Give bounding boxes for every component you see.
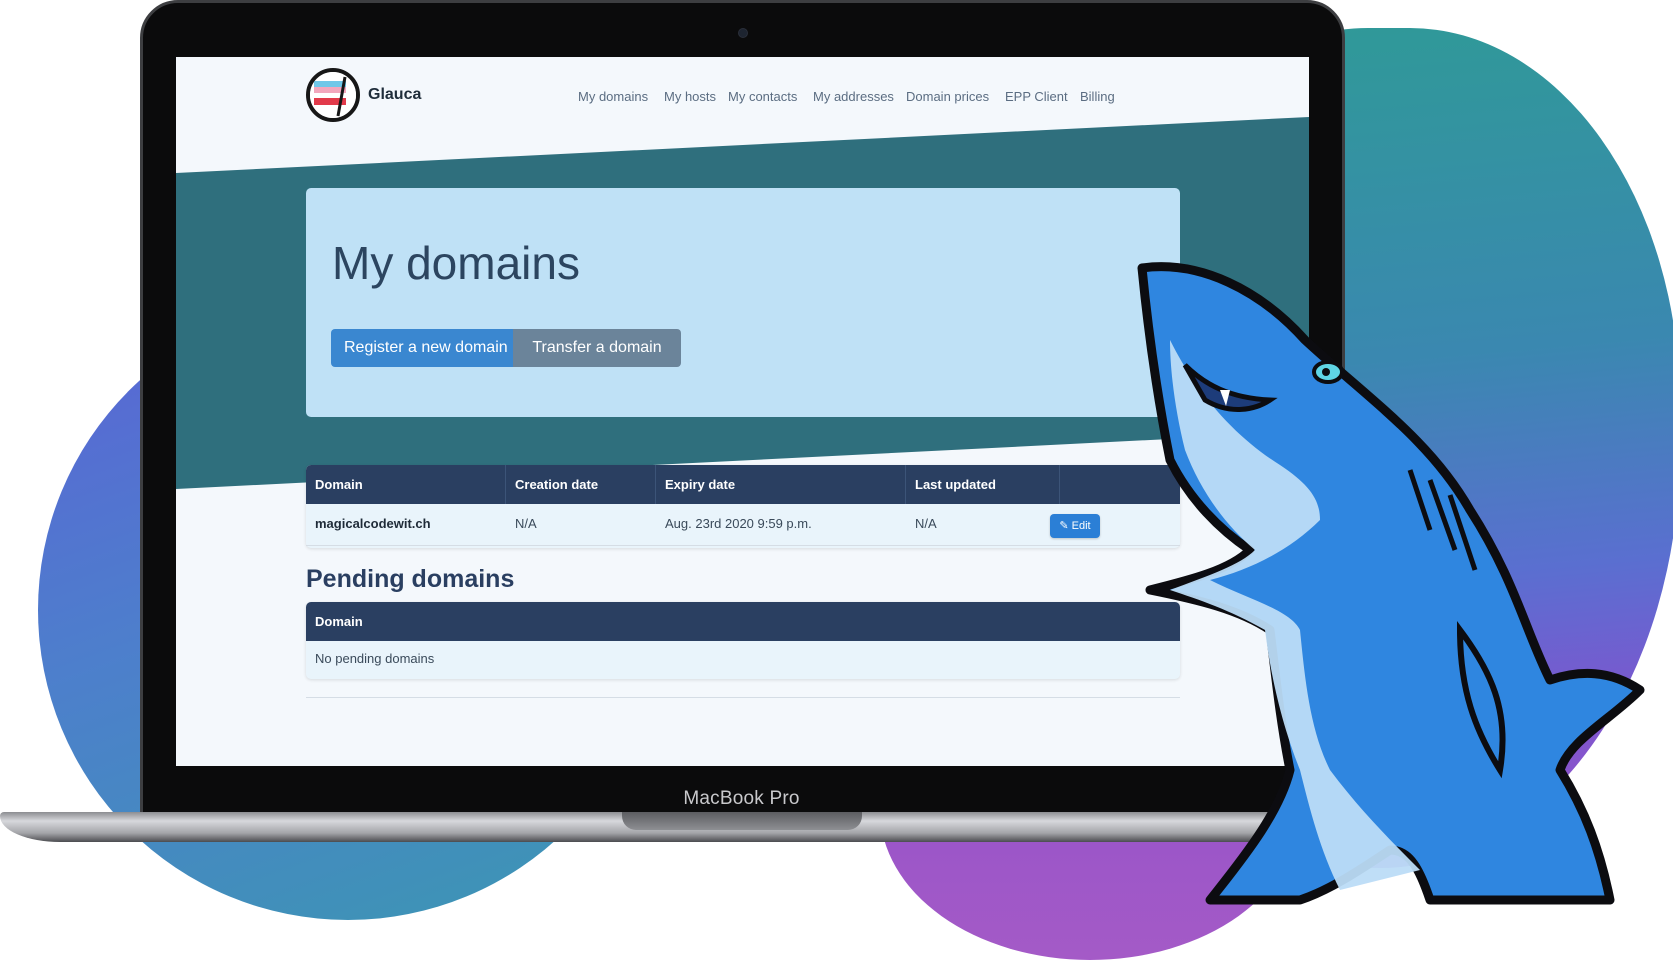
column-header-expiry-date: Expiry date <box>656 465 906 504</box>
transfer-domain-button[interactable]: Transfer a domain <box>513 329 681 367</box>
brand-name[interactable]: Glauca <box>368 86 421 104</box>
pending-domains-table: Domain No pending domains <box>306 602 1180 679</box>
pending-domains-heading: Pending domains <box>306 565 515 593</box>
edit-label: Edit <box>1071 520 1091 532</box>
column-header-pending-domain: Domain <box>315 614 363 629</box>
page-title: My domains <box>332 237 580 289</box>
nav-billing[interactable]: Billing <box>1080 89 1115 104</box>
flag-logo-icon[interactable] <box>306 68 360 122</box>
divider <box>306 545 1180 546</box>
navbar: Glauca My domains My hosts My contacts M… <box>176 57 1309 137</box>
table-row: No pending domains <box>306 641 1180 679</box>
domain-actions: Register a new domain Transfer a domain <box>331 329 681 367</box>
pending-empty-text: No pending domains <box>315 651 435 666</box>
edit-domain-button[interactable]: ✎ Edit <box>1050 514 1100 538</box>
pending-table-header: Domain <box>306 602 1180 641</box>
marketing-image: Glauca My domains My hosts My contacts M… <box>0 0 1673 963</box>
domains-table: Domain Creation date Expiry date Last up… <box>306 465 1180 548</box>
nav-my-addresses[interactable]: My addresses <box>813 89 894 104</box>
shark-mascot <box>1137 262 1645 905</box>
jumbotron: My domains Register a new domain Transfe… <box>306 188 1180 417</box>
column-header-domain: Domain <box>306 465 506 504</box>
column-header-creation-date: Creation date <box>506 465 656 504</box>
domain-name-cell[interactable]: magicalcodewit.ch <box>306 504 431 544</box>
nav-my-domains[interactable]: My domains <box>578 89 648 104</box>
webcam <box>738 28 748 38</box>
last-updated-cell: N/A <box>915 516 937 531</box>
nav-my-contacts[interactable]: My contacts <box>728 89 797 104</box>
column-header-last-updated: Last updated <box>906 465 1060 504</box>
divider <box>306 697 1180 698</box>
nav-domain-prices[interactable]: Domain prices <box>906 89 989 104</box>
pencil-icon: ✎ <box>1059 520 1069 532</box>
nav-my-hosts[interactable]: My hosts <box>664 89 716 104</box>
register-domain-button[interactable]: Register a new domain <box>331 329 513 367</box>
nav-epp-client[interactable]: EPP Client <box>1005 89 1068 104</box>
laptop-notch <box>622 812 862 830</box>
domains-table-header: Domain Creation date Expiry date Last up… <box>306 465 1180 504</box>
table-row: magicalcodewit.ch N/A Aug. 23rd 2020 9:5… <box>306 504 1180 548</box>
creation-date-cell: N/A <box>515 516 537 531</box>
expiry-date-cell: Aug. 23rd 2020 9:59 p.m. <box>665 516 812 531</box>
